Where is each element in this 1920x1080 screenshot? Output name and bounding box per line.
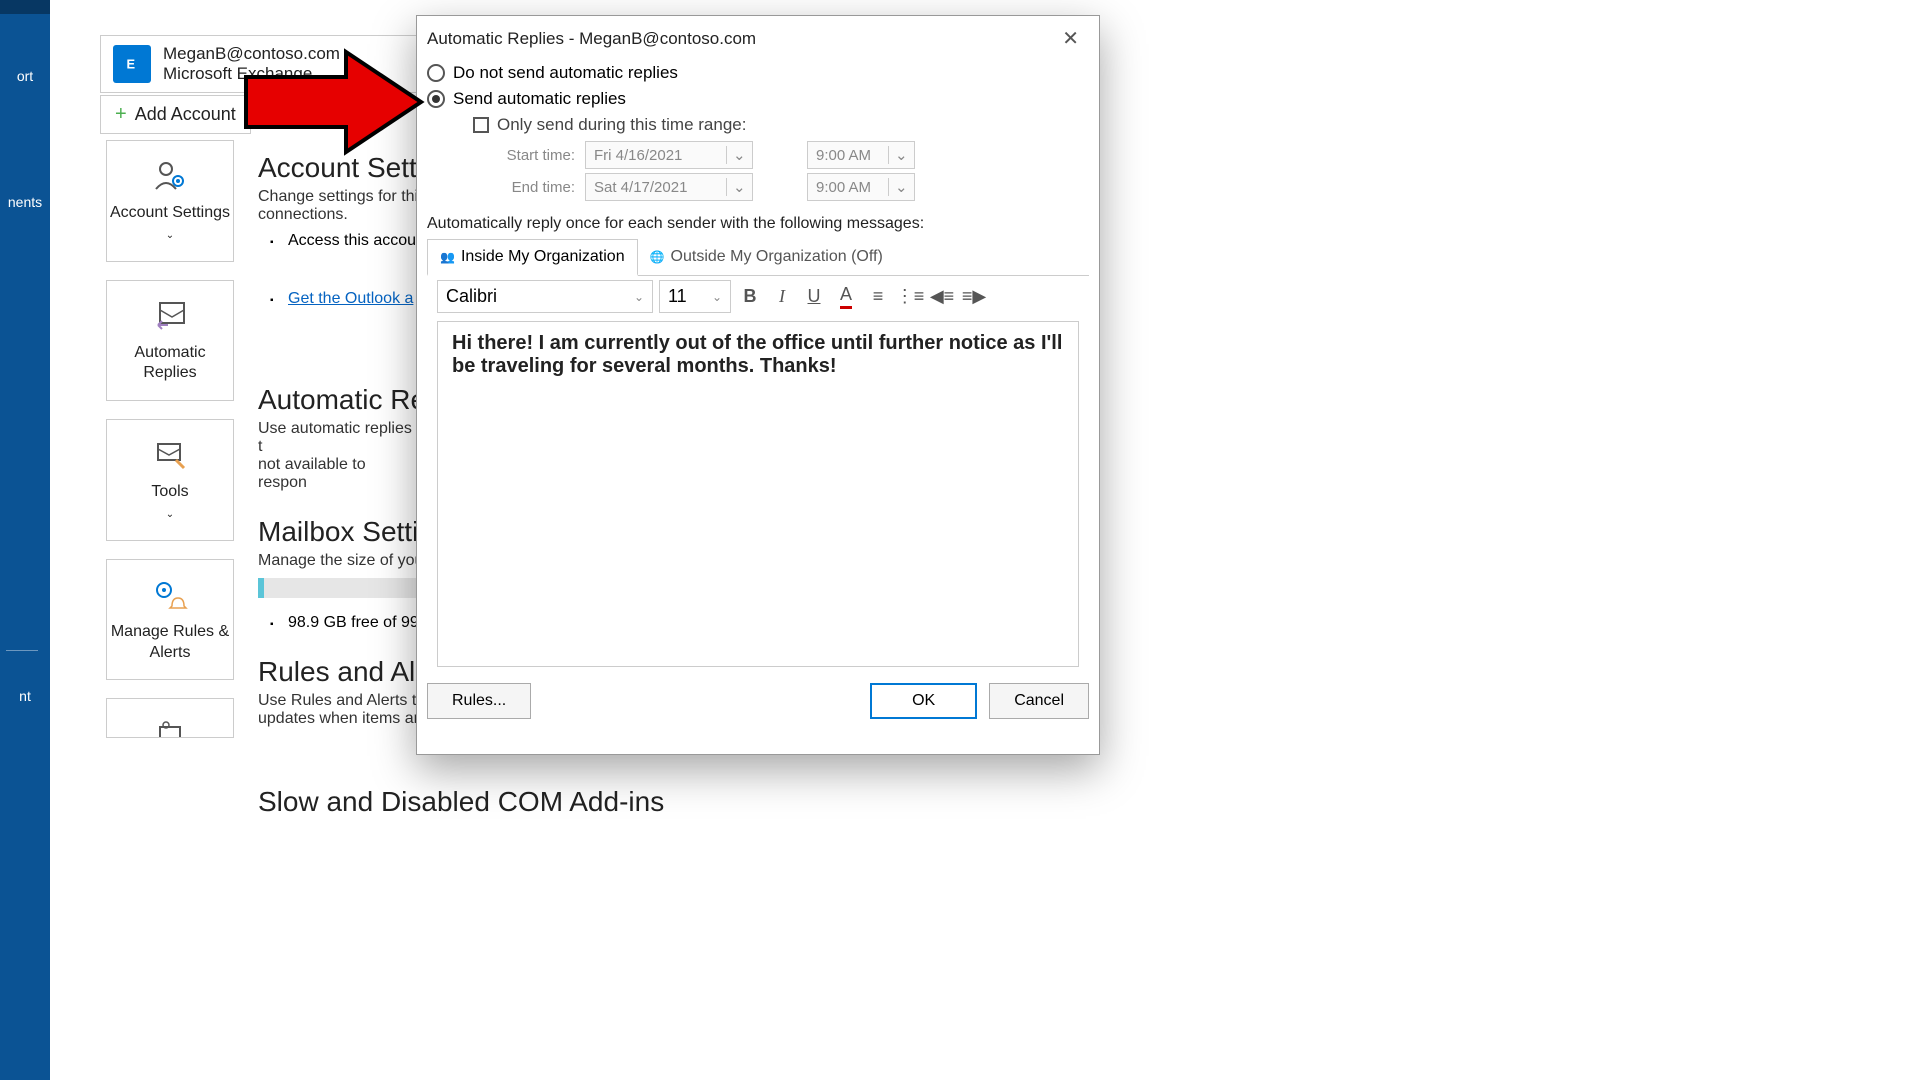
card-automatic-replies[interactable]: Automatic Replies bbox=[106, 280, 234, 402]
section-title: Automatic Rep bbox=[258, 384, 442, 416]
italic-button[interactable]: I bbox=[769, 284, 795, 310]
add-account-label: Add Account bbox=[135, 104, 236, 125]
svg-text:E: E bbox=[127, 57, 136, 72]
bold-button[interactable]: B bbox=[737, 284, 763, 310]
font-color-button[interactable]: A bbox=[833, 284, 859, 310]
tab-inside-org[interactable]: 👥 Inside My Organization bbox=[427, 239, 638, 276]
tabs-row: 👥 Inside My Organization 🌐 Outside My Or… bbox=[427, 239, 1089, 276]
globe-icon: 🌐 bbox=[650, 250, 665, 264]
end-time-row: End time: Sat 4/17/2021⌄ 9:00 AM⌄ bbox=[487, 173, 1089, 201]
checkbox-label: Only send during this time range: bbox=[497, 115, 746, 135]
chevron-down-icon: ⌄ bbox=[888, 178, 906, 196]
card-com-addins[interactable] bbox=[106, 698, 234, 738]
dialog-header: Automatic Replies - MeganB@contoso.com ✕ bbox=[417, 16, 1099, 57]
checkbox-time-range[interactable]: Only send during this time range: bbox=[473, 115, 1089, 135]
radio-label: Send automatic replies bbox=[453, 89, 626, 109]
card-label: Manage Rules & Alerts bbox=[109, 622, 231, 664]
rules-button[interactable]: Rules... bbox=[427, 683, 531, 719]
sidebar-top bbox=[0, 0, 50, 14]
radio-checked-icon bbox=[427, 90, 445, 108]
chevron-down-icon: ⌄ bbox=[726, 178, 744, 196]
auto-reply-label: Automatically reply once for each sender… bbox=[427, 215, 1089, 233]
end-date-select[interactable]: Sat 4/17/2021⌄ bbox=[585, 173, 753, 201]
footer-right: OK Cancel bbox=[870, 683, 1089, 719]
tab-outside-org[interactable]: 🌐 Outside My Organization (Off) bbox=[638, 239, 895, 276]
sidebar-item-2[interactable]: nents bbox=[0, 194, 50, 210]
outlook-app-link[interactable]: Get the Outlook a bbox=[288, 290, 413, 307]
start-label: Start time: bbox=[487, 147, 575, 164]
end-time-select[interactable]: 9:00 AM⌄ bbox=[807, 173, 915, 201]
app-sidebar: ort nents nt bbox=[0, 0, 50, 1080]
card-manage-rules[interactable]: Manage Rules & Alerts bbox=[106, 559, 234, 681]
settings-cards: Account Settings ⌄ Automatic Replies Too… bbox=[106, 140, 234, 738]
ok-button[interactable]: OK bbox=[870, 683, 977, 719]
sidebar-item-1[interactable]: ort bbox=[0, 68, 50, 84]
card-tools[interactable]: Tools⌄ bbox=[106, 419, 234, 541]
font-size-select[interactable]: 11⌄ bbox=[659, 280, 731, 313]
start-time-select[interactable]: 9:00 AM⌄ bbox=[807, 141, 915, 169]
mailbox-progress bbox=[258, 578, 418, 598]
addins-icon bbox=[150, 715, 190, 738]
org-icon: 👥 bbox=[440, 250, 455, 264]
section-title: Slow and Disabled COM Add-ins bbox=[258, 786, 664, 818]
sidebar-item-3[interactable]: nt bbox=[0, 688, 50, 704]
divider bbox=[6, 650, 38, 651]
reply-arrow-icon bbox=[150, 297, 190, 337]
red-arrow-annotation bbox=[236, 47, 426, 157]
exchange-icon: E bbox=[113, 45, 151, 83]
automatic-replies-dialog: Automatic Replies - MeganB@contoso.com ✕… bbox=[416, 15, 1100, 755]
card-label: Tools⌄ bbox=[109, 482, 231, 524]
person-gear-icon bbox=[150, 157, 190, 197]
add-account-button[interactable]: + Add Account bbox=[100, 95, 251, 134]
end-label: End time: bbox=[487, 179, 575, 196]
radio-send[interactable]: Send automatic replies bbox=[427, 89, 1089, 109]
font-name-select[interactable]: Calibri⌄ bbox=[437, 280, 653, 313]
close-icon[interactable]: ✕ bbox=[1054, 26, 1087, 51]
plus-icon: + bbox=[115, 103, 127, 126]
gear-bell-icon bbox=[150, 576, 190, 616]
start-time-row: Start time: Fri 4/16/2021⌄ 9:00 AM⌄ bbox=[487, 141, 1089, 169]
format-toolbar: Calibri⌄ 11⌄ B I U A ≡ ⋮≡ ◀≡ ≡▶ bbox=[427, 275, 1089, 317]
indent-button[interactable]: ≡▶ bbox=[961, 284, 987, 310]
checkbox-unchecked-icon bbox=[473, 117, 489, 133]
bullet-list-button[interactable]: ≡ bbox=[865, 284, 891, 310]
section-desc: Use automatic replies tnot available to … bbox=[258, 420, 418, 492]
outdent-button[interactable]: ◀≡ bbox=[929, 284, 955, 310]
chevron-down-icon: ⌄ bbox=[888, 146, 906, 164]
reply-message-editor[interactable]: Hi there! I am currently out of the offi… bbox=[437, 321, 1079, 667]
radio-no-send[interactable]: Do not send automatic replies bbox=[427, 63, 1089, 83]
dialog-footer: Rules... OK Cancel bbox=[417, 683, 1099, 729]
tools-icon bbox=[150, 436, 190, 476]
chevron-down-icon: ⌄ bbox=[726, 146, 744, 164]
dialog-body: Do not send automatic replies Send autom… bbox=[417, 57, 1099, 683]
radio-label: Do not send automatic replies bbox=[453, 63, 678, 83]
number-list-button[interactable]: ⋮≡ bbox=[897, 284, 923, 310]
dialog-title: Automatic Replies - MeganB@contoso.com bbox=[427, 29, 756, 49]
progress-fill bbox=[258, 578, 264, 598]
start-date-select[interactable]: Fri 4/16/2021⌄ bbox=[585, 141, 753, 169]
card-account-settings[interactable]: Account Settings ⌄ bbox=[106, 140, 234, 262]
section-auto-replies: Automatic Rep Use automatic replies tnot… bbox=[258, 384, 442, 500]
section-com: Slow and Disabled COM Add-ins bbox=[258, 786, 664, 822]
underline-button[interactable]: U bbox=[801, 284, 827, 310]
radio-unchecked-icon bbox=[427, 64, 445, 82]
cancel-button[interactable]: Cancel bbox=[989, 683, 1089, 719]
card-label: Automatic Replies bbox=[109, 343, 231, 385]
card-label: Account Settings ⌄ bbox=[109, 203, 231, 245]
